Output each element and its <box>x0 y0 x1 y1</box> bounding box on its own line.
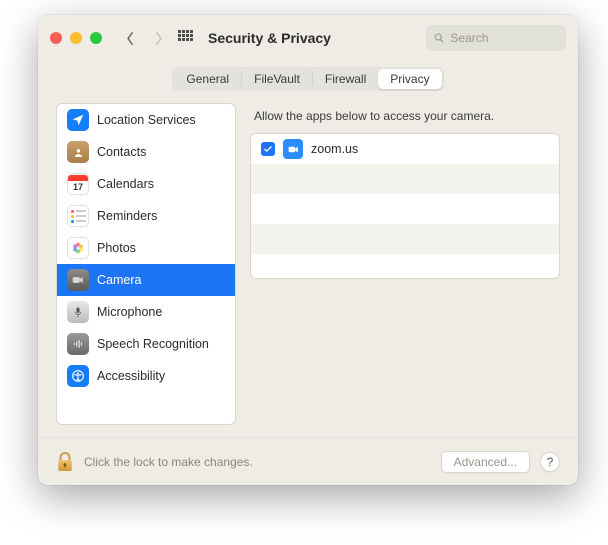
check-icon <box>263 144 273 154</box>
tab-bar: General FileVault Firewall Privacy <box>38 67 578 91</box>
search-field[interactable] <box>426 25 566 51</box>
preferences-window: Security & Privacy General FileVault Fir… <box>38 15 578 485</box>
sidebar-item-calendars[interactable]: 17 Calendars <box>57 168 235 200</box>
forward-button[interactable] <box>148 28 168 48</box>
back-button[interactable] <box>120 28 140 48</box>
sidebar-item-speech-recognition[interactable]: Speech Recognition <box>57 328 235 360</box>
close-window-button[interactable] <box>50 32 62 44</box>
lock-icon[interactable] <box>56 451 74 473</box>
search-input[interactable] <box>450 31 558 45</box>
sidebar-item-label: Contacts <box>97 145 146 159</box>
sidebar-item-reminders[interactable]: Reminders <box>57 200 235 232</box>
photos-icon <box>67 237 89 259</box>
content-area: Location Services Contacts 17 Calendars <box>38 103 578 437</box>
microphone-icon <box>67 301 89 323</box>
app-list: zoom.us <box>250 133 560 279</box>
main-pane: Allow the apps below to access your came… <box>250 103 560 425</box>
tab-firewall[interactable]: Firewall <box>313 69 378 89</box>
tab-filevault[interactable]: FileVault <box>242 69 313 89</box>
show-all-icon[interactable] <box>178 30 194 46</box>
sidebar-item-label: Microphone <box>97 305 162 319</box>
sidebar-item-contacts[interactable]: Contacts <box>57 136 235 168</box>
sidebar-item-photos[interactable]: Photos <box>57 232 235 264</box>
reminders-icon <box>67 205 89 227</box>
sidebar-item-label: Location Services <box>97 113 196 127</box>
sidebar-item-location-services[interactable]: Location Services <box>57 104 235 136</box>
sidebar-item-label: Photos <box>97 241 136 255</box>
sidebar-item-label: Calendars <box>97 177 154 191</box>
camera-icon <box>67 269 89 291</box>
sidebar-item-camera[interactable]: Camera <box>57 264 235 296</box>
contacts-icon <box>67 141 89 163</box>
footer: Click the lock to make changes. Advanced… <box>38 437 578 485</box>
search-icon <box>434 32 444 44</box>
app-row: zoom.us <box>251 134 559 164</box>
tab-general[interactable]: General <box>174 69 242 89</box>
window-title: Security & Privacy <box>208 30 331 46</box>
accessibility-icon <box>67 365 89 387</box>
app-row-empty <box>251 164 559 194</box>
app-row-empty <box>251 194 559 224</box>
window-controls <box>50 32 102 44</box>
advanced-button[interactable]: Advanced... <box>441 451 530 473</box>
sidebar-item-label: Camera <box>97 273 141 287</box>
speech-icon <box>67 333 89 355</box>
lock-hint-label: Click the lock to make changes. <box>84 455 253 469</box>
titlebar: Security & Privacy <box>38 15 578 61</box>
sidebar-item-label: Reminders <box>97 209 157 223</box>
app-row-empty <box>251 254 559 279</box>
zoom-icon <box>283 139 303 159</box>
sidebar-item-label: Accessibility <box>97 369 165 383</box>
app-name-label: zoom.us <box>311 142 358 156</box>
help-button[interactable]: ? <box>540 452 560 472</box>
sidebar-item-accessibility[interactable]: Accessibility <box>57 360 235 392</box>
minimize-window-button[interactable] <box>70 32 82 44</box>
privacy-sidebar: Location Services Contacts 17 Calendars <box>56 103 236 425</box>
app-checkbox[interactable] <box>261 142 275 156</box>
tab-privacy[interactable]: Privacy <box>378 69 441 89</box>
zoom-window-button[interactable] <box>90 32 102 44</box>
app-row-empty <box>251 224 559 254</box>
sidebar-item-label: Speech Recognition <box>97 337 209 351</box>
calendar-icon: 17 <box>67 173 89 195</box>
location-icon <box>67 109 89 131</box>
permission-prompt: Allow the apps below to access your came… <box>250 103 560 133</box>
sidebar-item-microphone[interactable]: Microphone <box>57 296 235 328</box>
